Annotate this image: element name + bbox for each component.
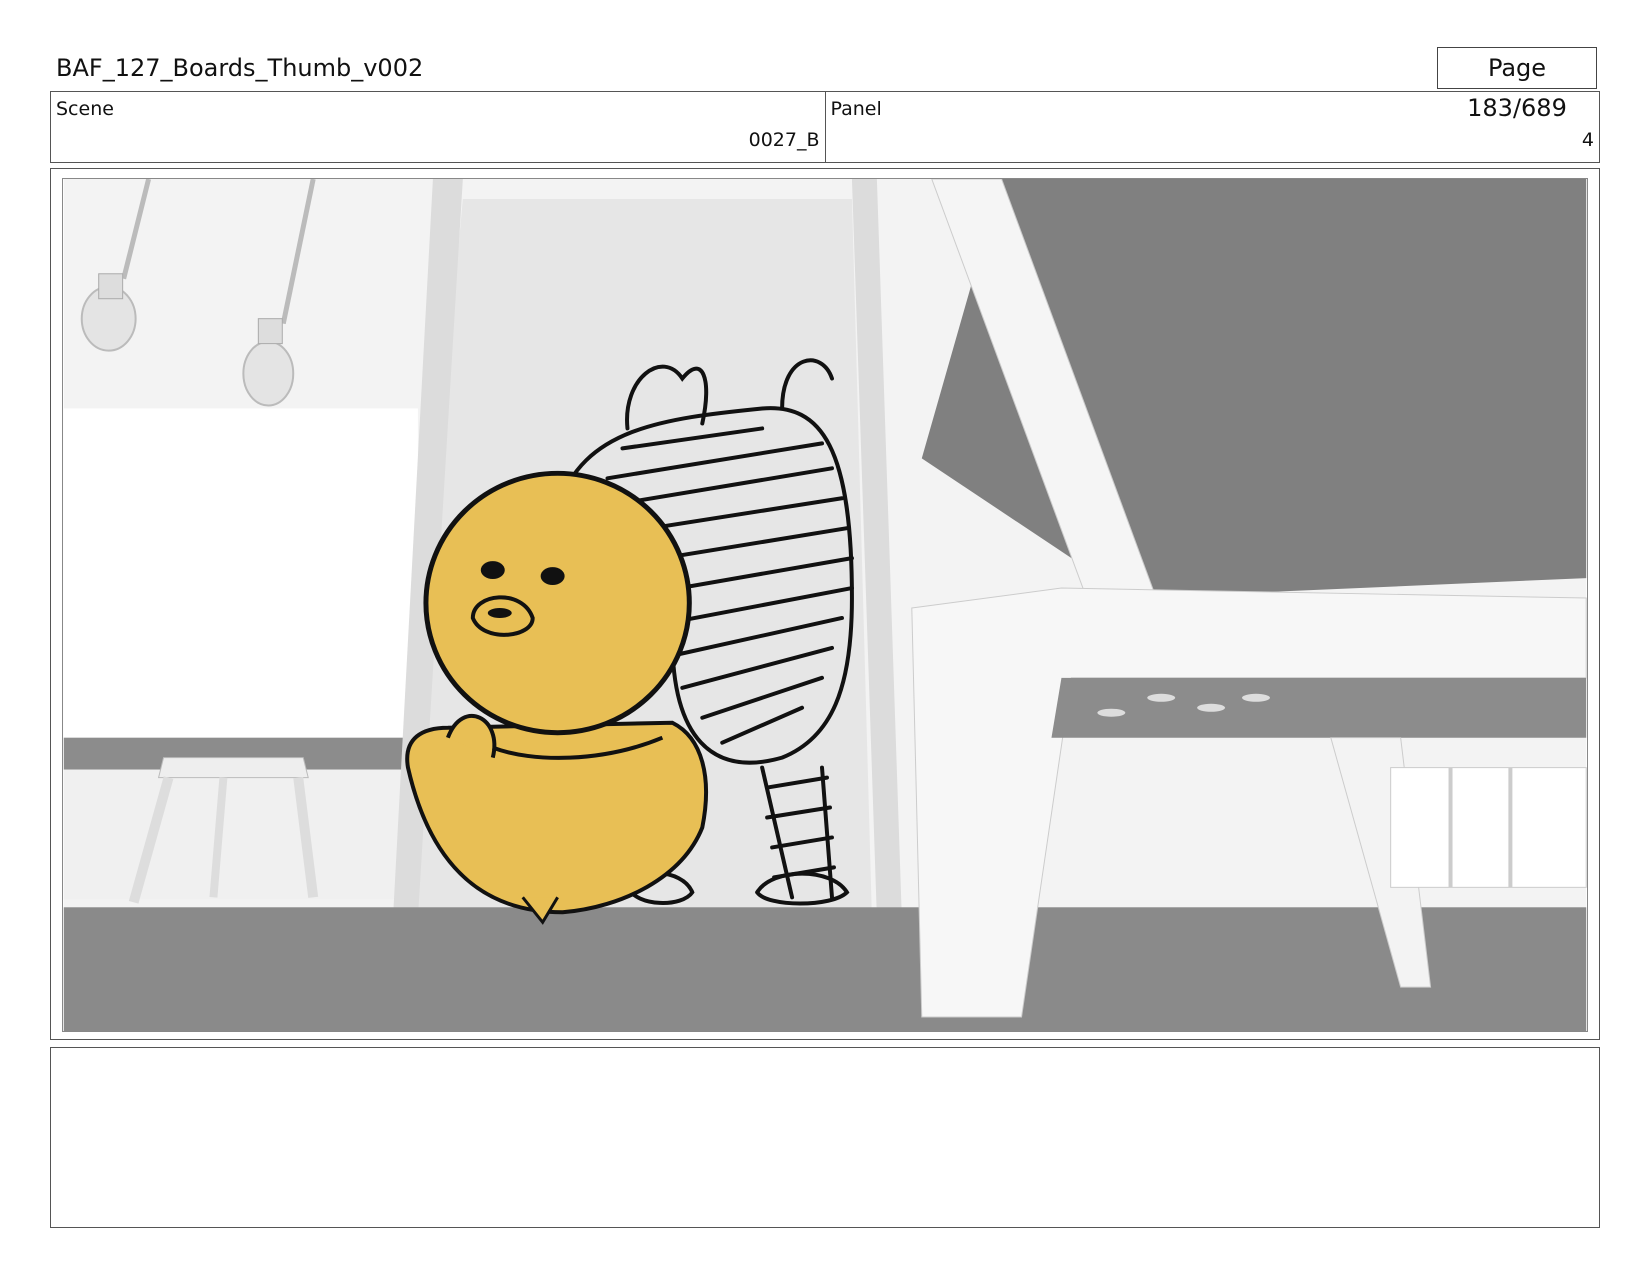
notes-box — [50, 1047, 1600, 1228]
storyboard-frame — [50, 168, 1600, 1040]
scene-value: 0027_B — [748, 129, 820, 151]
character-eye-left — [480, 561, 505, 580]
scene-cell: Scene 0027_B — [51, 92, 825, 162]
character-eye-right — [540, 567, 565, 586]
panel-cell: Panel 4 — [824, 92, 1600, 162]
page-number: Page 183/689 — [1437, 47, 1597, 122]
stool-left — [157, 757, 309, 779]
table-top-dark — [1051, 677, 1587, 738]
panel-label: Panel — [830, 98, 882, 120]
right-window — [1390, 767, 1587, 888]
left-window — [63, 408, 418, 738]
info-row: Scene 0027_B Panel 4 — [50, 91, 1600, 163]
floor — [63, 907, 1587, 1031]
storyboard-drawing — [62, 178, 1588, 1032]
bulb-right-icon — [242, 340, 295, 407]
scene-label: Scene — [56, 98, 114, 120]
panel-value: 4 — [1581, 129, 1594, 151]
document-title: BAF_127_Boards_Thumb_v002 — [56, 54, 424, 82]
character-head — [423, 470, 692, 736]
